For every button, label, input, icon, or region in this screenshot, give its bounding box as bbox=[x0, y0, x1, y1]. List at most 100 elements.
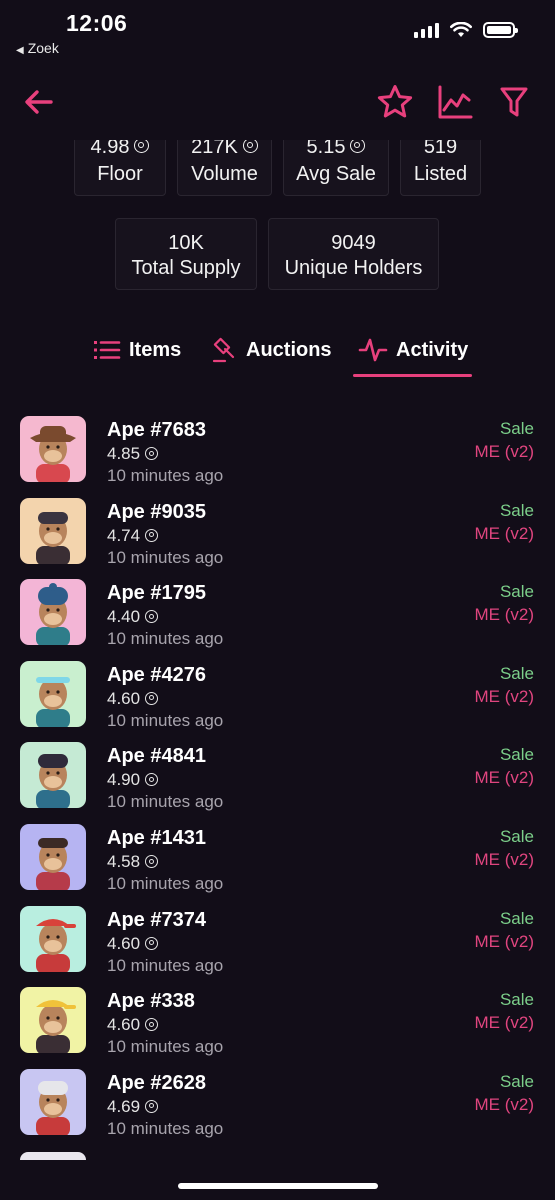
item-price: 4.69 bbox=[107, 1096, 141, 1116]
item-time: 10 minutes ago bbox=[107, 1037, 224, 1057]
filter-icon bbox=[500, 87, 528, 117]
sol-icon bbox=[145, 691, 159, 705]
arrow-left-icon bbox=[25, 90, 53, 114]
item-time: 10 minutes ago bbox=[107, 792, 224, 812]
activity-icon bbox=[358, 338, 388, 362]
activity-type: Sale bbox=[499, 582, 534, 602]
item-price: 4.85 bbox=[107, 444, 141, 463]
ape-avatar-image bbox=[20, 742, 86, 809]
activity-row[interactable]: Ape #4841 4.90 10 minutes ago Sale ME (v2) bbox=[0, 740, 555, 822]
tab-items[interactable]: Items bbox=[93, 330, 181, 370]
activity-type: Sale bbox=[499, 827, 534, 846]
stat-label: Volume bbox=[191, 163, 258, 185]
ape-avatar-image bbox=[20, 824, 86, 890]
activity-type: Sale bbox=[499, 419, 534, 438]
battery-icon bbox=[483, 22, 518, 38]
item-time: 10 minutes ago bbox=[107, 466, 224, 485]
item-name: Ape #4841 bbox=[107, 745, 206, 768]
item-price-wrap: 4.60 bbox=[107, 1015, 159, 1035]
tab-label: Activity bbox=[396, 338, 469, 361]
tab-activity[interactable]: Activity bbox=[358, 330, 468, 370]
sol-icon bbox=[145, 773, 159, 787]
ape-avatar-image bbox=[20, 1068, 86, 1135]
marketplace-label: ME (v2) bbox=[474, 768, 535, 788]
item-price: 4.60 bbox=[107, 933, 141, 953]
tab-auctions[interactable]: Auctions bbox=[212, 330, 332, 370]
item-time: 10 minutes ago bbox=[107, 547, 224, 567]
activity-type: Sale bbox=[499, 1071, 534, 1091]
status-bar: 12:06 ◀ Zoek bbox=[0, 0, 555, 60]
item-price: 4.60 bbox=[107, 1015, 141, 1035]
star-icon bbox=[377, 85, 413, 118]
stat-value: 10K bbox=[168, 232, 204, 254]
activity-type: Sale bbox=[499, 745, 534, 765]
activity-type: Sale bbox=[499, 663, 534, 683]
activity-row[interactable]: Ape #1795 4.40 10 minutes ago Sale ME (v2) bbox=[0, 577, 555, 659]
status-time: 12:06 bbox=[66, 10, 128, 36]
ape-avatar-image bbox=[20, 905, 86, 972]
home-indicator[interactable] bbox=[178, 1183, 378, 1189]
activity-type: Sale bbox=[499, 908, 534, 928]
system-icons bbox=[414, 22, 518, 38]
line-chart-icon bbox=[438, 85, 473, 119]
item-time: 10 minutes ago bbox=[107, 955, 224, 975]
back-app-label: Zoek bbox=[27, 40, 59, 56]
item-price-wrap: 4.69 bbox=[107, 1096, 159, 1117]
sol-icon bbox=[145, 528, 159, 542]
back-button-overlay[interactable] bbox=[17, 80, 61, 124]
tab-label: Auctions bbox=[246, 338, 332, 361]
marketplace-label: ME (v2) bbox=[474, 442, 535, 461]
item-name: Ape #7683 bbox=[107, 419, 206, 441]
wifi-icon bbox=[450, 22, 472, 37]
marketplace-label: ME (v2) bbox=[474, 1094, 535, 1114]
sol-icon bbox=[242, 138, 258, 153]
sol-icon bbox=[145, 1018, 159, 1032]
chart-button-overlay[interactable] bbox=[433, 80, 477, 124]
stat-value: 9049 bbox=[331, 232, 376, 254]
sol-icon bbox=[350, 138, 366, 153]
item-name: Ape #1795 bbox=[107, 582, 206, 605]
stat-label: Listed bbox=[413, 163, 468, 185]
filter-button-overlay[interactable] bbox=[492, 80, 536, 124]
activity-type: Sale bbox=[499, 990, 534, 1010]
item-time: 10 minutes ago bbox=[107, 874, 224, 893]
item-time: 10 minutes ago bbox=[107, 629, 224, 649]
stat-unique-holders: 9049 Unique Holders bbox=[268, 218, 439, 290]
item-name: Ape #1431 bbox=[107, 827, 206, 849]
gavel-icon bbox=[212, 337, 235, 363]
item-name: Ape #9035 bbox=[107, 500, 206, 523]
item-price: 4.90 bbox=[107, 770, 141, 790]
item-name: Ape #2628 bbox=[107, 1071, 206, 1094]
marketplace-label: ME (v2) bbox=[474, 686, 535, 706]
sol-icon bbox=[145, 447, 159, 460]
item-price-wrap: 4.40 bbox=[107, 607, 159, 627]
activity-row[interactable]: Ape #4276 4.60 10 minutes ago Sale ME (v2) bbox=[0, 659, 555, 741]
favorite-button-overlay[interactable] bbox=[373, 80, 417, 124]
item-name: Ape #7374 bbox=[107, 908, 206, 931]
activity-type: Sale bbox=[499, 500, 534, 520]
back-to-app-link[interactable]: ◀ Zoek bbox=[16, 40, 59, 56]
activity-row[interactable]: Ape #7374 4.60 10 minutes ago Sale ME (v2) bbox=[0, 904, 555, 986]
back-triangle-icon: ◀ bbox=[16, 45, 24, 56]
activity-row[interactable]: Ape #338 4.60 10 minutes ago Sale ME (v2) bbox=[0, 985, 555, 1067]
item-name: Ape #338 bbox=[107, 990, 195, 1013]
tab-bar: Items Auctions Activity bbox=[0, 330, 555, 380]
item-price-wrap: 4.90 bbox=[107, 770, 159, 790]
activity-row[interactable]: Ape #1431 4.58 10 minutes ago Sale ME (v2) bbox=[0, 822, 555, 904]
sol-icon bbox=[134, 138, 150, 153]
ape-avatar-image bbox=[20, 660, 86, 727]
activity-row[interactable]: Ape #7683 4.85 10 minutes ago Sale ME (v2) bbox=[0, 414, 555, 496]
item-price-wrap: 4.85 bbox=[107, 444, 159, 464]
activity-row[interactable]: Ape #2628 4.69 10 minutes ago Sale ME (v2) bbox=[0, 1067, 555, 1149]
item-time: 10 minutes ago bbox=[107, 1118, 224, 1138]
ape-avatar-image bbox=[20, 497, 86, 564]
item-name: Ape #4276 bbox=[107, 663, 206, 686]
item-price: 4.60 bbox=[107, 688, 141, 708]
item-price: 4.40 bbox=[107, 607, 141, 627]
item-price: 4.74 bbox=[107, 525, 141, 545]
activity-row[interactable]: Ape #9035 4.74 10 minutes ago Sale ME (v2) bbox=[0, 496, 555, 578]
stat-total-supply: 10K Total Supply bbox=[115, 218, 257, 290]
item-price-wrap: 4.74 bbox=[107, 525, 159, 546]
list-icon bbox=[94, 341, 121, 359]
stat-label: Total Supply bbox=[131, 257, 241, 279]
